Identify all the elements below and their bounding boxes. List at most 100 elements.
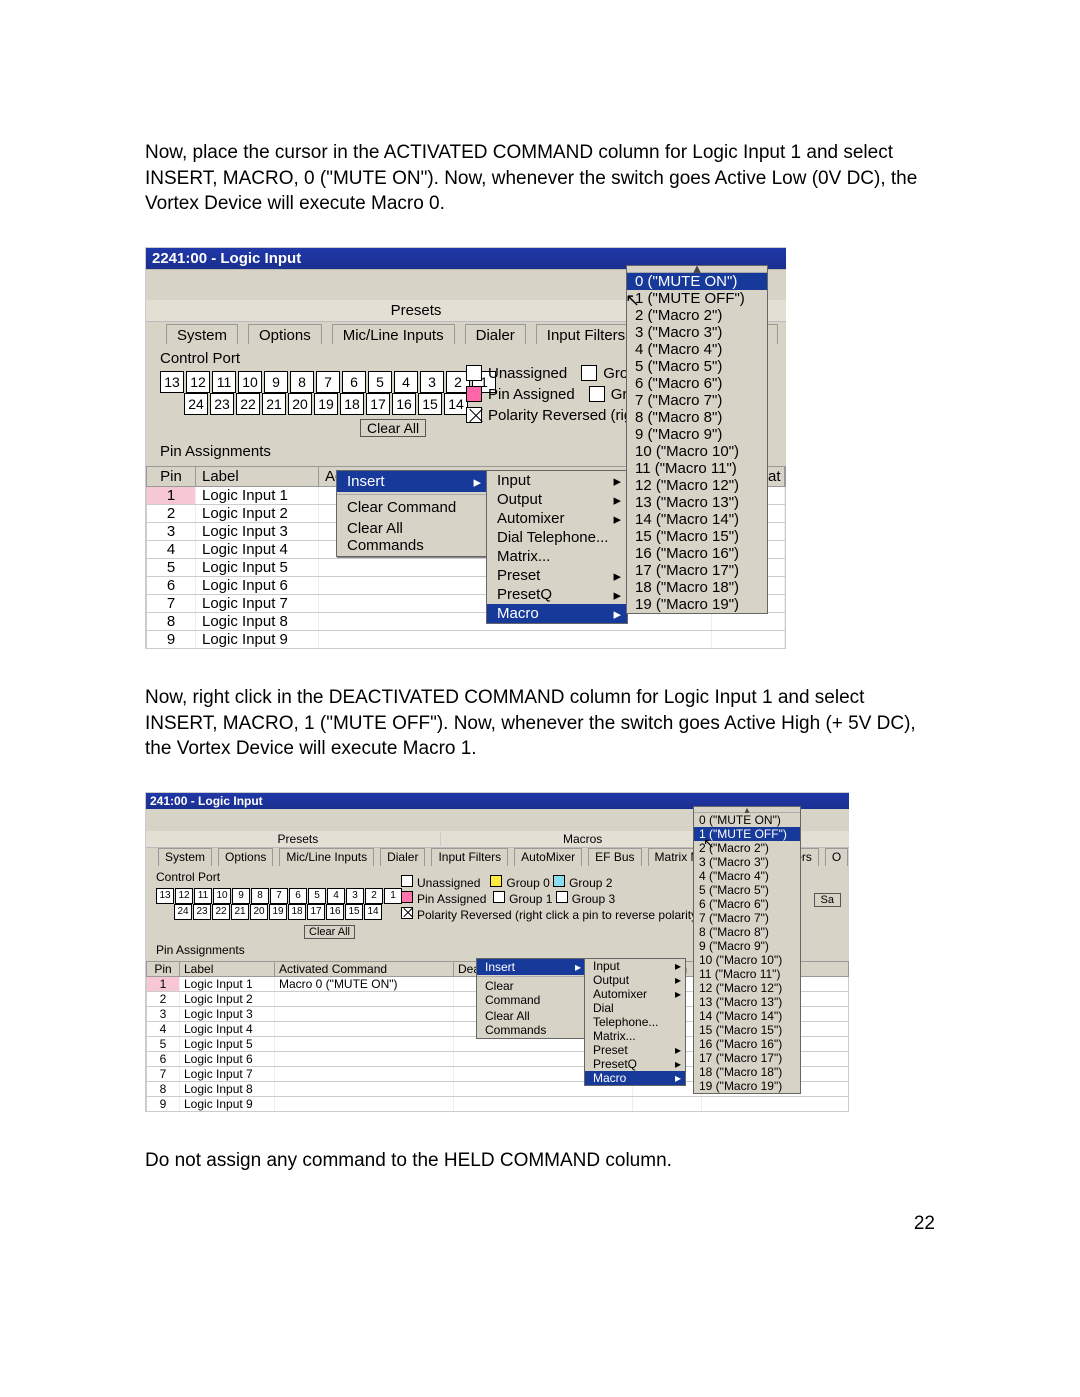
tab[interactable]: Input Filters xyxy=(536,324,636,344)
pin-16[interactable]: 16 xyxy=(326,904,344,920)
macro-item[interactable]: 2 ("Macro 2") xyxy=(627,307,767,324)
submenu-item[interactable]: Matrix... xyxy=(487,547,627,566)
tab[interactable]: System xyxy=(158,848,212,866)
ctx-insert[interactable]: Insert xyxy=(477,959,585,975)
clear-all-button[interactable]: Clear All xyxy=(360,419,426,437)
macro-item[interactable]: 13 ("Macro 13") xyxy=(694,995,800,1009)
pin-17[interactable]: 17 xyxy=(307,904,325,920)
macro-item[interactable]: 4 ("Macro 4") xyxy=(627,341,767,358)
submenu-item[interactable]: PresetQ xyxy=(487,585,627,604)
pin-4[interactable]: 4 xyxy=(394,371,418,393)
pin-22[interactable]: 22 xyxy=(212,904,230,920)
submenu-item[interactable]: Matrix... xyxy=(585,1029,685,1043)
pin-14[interactable]: 14 xyxy=(444,393,468,415)
table-row[interactable]: 9Logic Input 9 xyxy=(146,1097,849,1112)
pin-21[interactable]: 21 xyxy=(231,904,249,920)
tab[interactable]: Input Filters xyxy=(431,848,508,866)
pin-3[interactable]: 3 xyxy=(346,888,364,904)
macro-item[interactable]: 14 ("Macro 14") xyxy=(694,1009,800,1023)
pin-23[interactable]: 23 xyxy=(193,904,211,920)
macro-item[interactable]: 11 ("Macro 11") xyxy=(694,967,800,981)
submenu-item[interactable]: Macro xyxy=(585,1071,685,1085)
macro-item[interactable]: 18 ("Macro 18") xyxy=(694,1065,800,1079)
pin-24[interactable]: 24 xyxy=(174,904,192,920)
table-row[interactable]: 8Logic Input 8 xyxy=(146,613,786,631)
pin-6[interactable]: 6 xyxy=(342,371,366,393)
ctx-clear[interactable]: Clear Command xyxy=(337,497,487,518)
ctx-clear[interactable]: Clear Command xyxy=(477,978,585,1008)
section-tab[interactable]: Macros xyxy=(441,832,726,846)
pin-1[interactable]: 1 xyxy=(384,888,402,904)
tab[interactable]: Mic/Line Inputs xyxy=(279,848,374,866)
clear-all-button[interactable]: Clear All xyxy=(304,925,355,939)
pin-8[interactable]: 8 xyxy=(290,371,314,393)
pin-6[interactable]: 6 xyxy=(289,888,307,904)
submenu-item[interactable]: Output xyxy=(585,973,685,987)
macro-item[interactable]: 8 ("Macro 8") xyxy=(627,409,767,426)
pin-10[interactable]: 10 xyxy=(238,371,262,393)
pin-12[interactable]: 12 xyxy=(186,371,210,393)
macro-item[interactable]: 1 ("MUTE OFF") xyxy=(627,290,767,307)
pin-20[interactable]: 20 xyxy=(288,393,312,415)
pin-16[interactable]: 16 xyxy=(392,393,416,415)
submenu-item[interactable]: Macro xyxy=(487,604,627,623)
macro-list[interactable]: 0 ("MUTE ON")1 ("MUTE OFF")2 ("Macro 2")… xyxy=(626,265,768,614)
pin-18[interactable]: 18 xyxy=(340,393,364,415)
macro-item[interactable]: 17 ("Macro 17") xyxy=(694,1051,800,1065)
macro-item[interactable]: 5 ("Macro 5") xyxy=(694,883,800,897)
tab[interactable]: System xyxy=(166,324,238,344)
submenu-item[interactable]: Automixer xyxy=(487,509,627,528)
pin-9[interactable]: 9 xyxy=(232,888,250,904)
pin-7[interactable]: 7 xyxy=(270,888,288,904)
context-menu[interactable]: Insert Clear Command Clear All Commands xyxy=(336,470,488,557)
macro-item[interactable]: 3 ("Macro 3") xyxy=(627,324,767,341)
submenu-item[interactable]: Input xyxy=(487,471,627,490)
submenu-item[interactable]: Input xyxy=(585,959,685,973)
macro-item[interactable]: 11 ("Macro 11") xyxy=(627,460,767,477)
pin-11[interactable]: 11 xyxy=(212,371,236,393)
tab[interactable]: Dialer xyxy=(465,324,526,344)
ctx-clear-all[interactable]: Clear All Commands xyxy=(477,1008,585,1038)
macro-item[interactable]: 12 ("Macro 12") xyxy=(627,477,767,494)
pin-7[interactable]: 7 xyxy=(316,371,340,393)
macro-item[interactable]: 6 ("Macro 6") xyxy=(627,375,767,392)
presets-label[interactable]: Presets xyxy=(166,302,666,319)
pin-20[interactable]: 20 xyxy=(250,904,268,920)
macro-item[interactable]: 19 ("Macro 19") xyxy=(627,596,767,613)
macro-item[interactable]: 4 ("Macro 4") xyxy=(694,869,800,883)
macro-item[interactable]: 15 ("Macro 15") xyxy=(627,528,767,545)
pin-12[interactable]: 12 xyxy=(175,888,193,904)
ctx-insert[interactable]: Insert xyxy=(337,471,487,492)
macro-item[interactable]: 13 ("Macro 13") xyxy=(627,494,767,511)
macro-item[interactable]: 9 ("Macro 9") xyxy=(694,939,800,953)
submenu-insert[interactable]: InputOutputAutomixerDial Telephone...Mat… xyxy=(584,958,686,1086)
pin-9[interactable]: 9 xyxy=(264,371,288,393)
tab[interactable]: EF Bus xyxy=(588,848,641,866)
submenu-item[interactable]: Preset xyxy=(487,566,627,585)
pin-8[interactable]: 8 xyxy=(251,888,269,904)
pin-18[interactable]: 18 xyxy=(288,904,306,920)
macro-item[interactable]: 17 ("Macro 17") xyxy=(627,562,767,579)
macro-item[interactable]: 15 ("Macro 15") xyxy=(694,1023,800,1037)
section-tab[interactable]: Presets xyxy=(156,832,441,846)
submenu-item[interactable]: Output xyxy=(487,490,627,509)
pin-2[interactable]: 2 xyxy=(365,888,383,904)
pin-13[interactable]: 13 xyxy=(160,371,184,393)
macro-item[interactable]: 7 ("Macro 7") xyxy=(694,911,800,925)
pin-17[interactable]: 17 xyxy=(366,393,390,415)
pin-5[interactable]: 5 xyxy=(368,371,392,393)
submenu-item[interactable]: PresetQ xyxy=(585,1057,685,1071)
macro-item[interactable]: 7 ("Macro 7") xyxy=(627,392,767,409)
pin-4[interactable]: 4 xyxy=(327,888,345,904)
submenu-item[interactable]: Automixer xyxy=(585,987,685,1001)
macro-item[interactable]: 8 ("Macro 8") xyxy=(694,925,800,939)
submenu-item[interactable]: Preset xyxy=(585,1043,685,1057)
pin-19[interactable]: 19 xyxy=(314,393,338,415)
macro-item[interactable]: 14 ("Macro 14") xyxy=(627,511,767,528)
macro-item[interactable]: 10 ("Macro 10") xyxy=(694,953,800,967)
submenu-item[interactable]: Dial Telephone... xyxy=(585,1001,685,1029)
pin-19[interactable]: 19 xyxy=(269,904,287,920)
ctx-clear-all[interactable]: Clear All Commands xyxy=(337,518,487,556)
macro-item[interactable]: 19 ("Macro 19") xyxy=(694,1079,800,1093)
pin-13[interactable]: 13 xyxy=(156,888,174,904)
